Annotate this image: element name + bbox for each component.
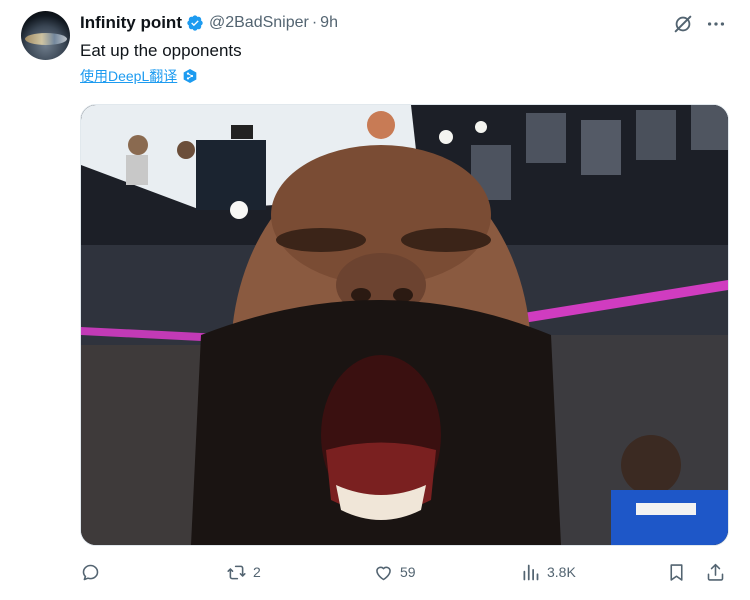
deepl-icon	[183, 69, 197, 83]
more-icon[interactable]	[705, 13, 727, 35]
like-button[interactable]: 59	[373, 558, 416, 586]
share-icon	[707, 563, 724, 581]
translate-link[interactable]: 使用DeepL翻译	[80, 66, 177, 86]
views-button[interactable]: 3.8K	[520, 558, 576, 586]
verified-badge-icon[interactable]	[186, 14, 204, 32]
separator-dot: ·	[311, 14, 318, 31]
views-icon	[523, 564, 539, 580]
reply-icon	[82, 564, 99, 580]
avatar[interactable]	[21, 11, 70, 60]
retweet-button[interactable]: 2	[226, 558, 261, 586]
action-bar: 2 59 3.8K	[80, 558, 730, 586]
tweet-text: Eat up the opponents	[80, 41, 242, 60]
tweet-header: Infinity point @2BadSniper · 9h	[80, 12, 338, 34]
tweet-media-gif[interactable]	[80, 104, 729, 546]
views-count: 3.8K	[547, 564, 576, 580]
like-icon	[376, 566, 391, 580]
retweet-count: 2	[253, 564, 261, 580]
author-name[interactable]: Infinity point	[80, 13, 182, 33]
media-image	[81, 105, 728, 545]
avatar-earth-image	[25, 33, 67, 45]
share-button[interactable]	[705, 558, 726, 586]
reply-button[interactable]	[80, 558, 107, 586]
tweet[interactable]: Infinity point @2BadSniper · 9h Eat up t…	[0, 0, 750, 600]
author-handle[interactable]: @2BadSniper	[209, 14, 309, 32]
bookmark-icon	[670, 563, 683, 581]
timestamp[interactable]: 9h	[320, 14, 338, 32]
bookmark-button[interactable]	[666, 558, 687, 586]
grok-icon[interactable]	[672, 13, 694, 35]
translate-row: 使用DeepL翻译	[80, 66, 198, 86]
retweet-icon	[227, 565, 246, 579]
like-count: 59	[400, 564, 416, 580]
